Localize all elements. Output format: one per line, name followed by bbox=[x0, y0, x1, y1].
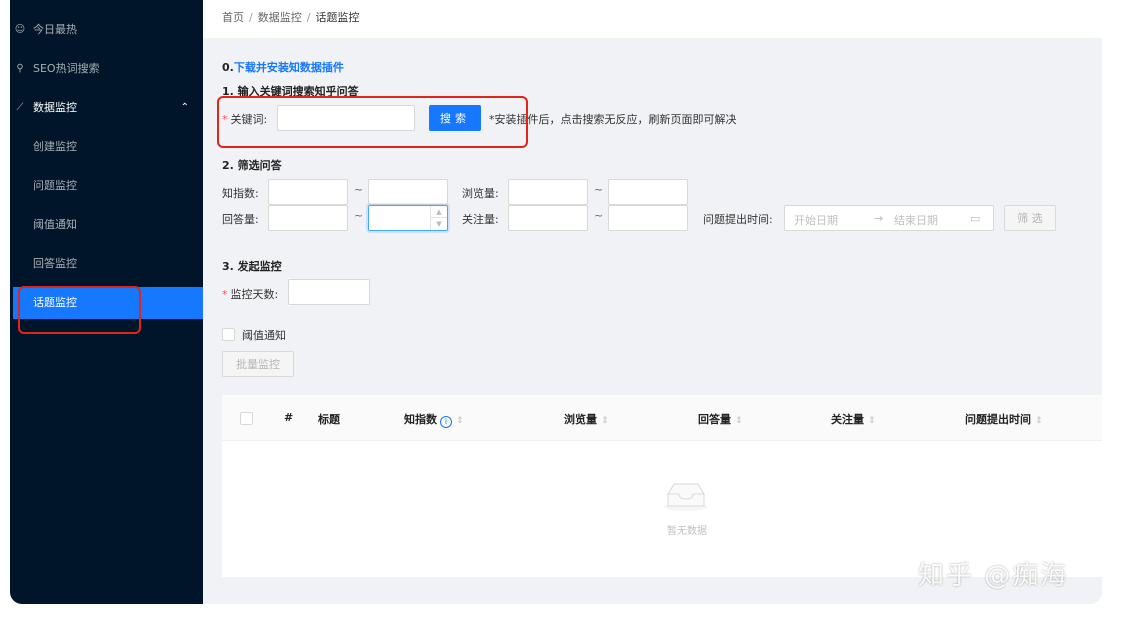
answer-count-min-input[interactable] bbox=[268, 205, 348, 231]
main-content: 0.下载并安装知数据插件 1. 输入关键词搜索知乎问答 * 关键词: 搜索 *安装… bbox=[203, 38, 1102, 604]
threshold-notify-checkbox[interactable] bbox=[222, 328, 235, 341]
sort-icon[interactable]: ⇕ bbox=[1035, 416, 1043, 426]
annotation-box bbox=[18, 286, 141, 334]
breadcrumb-section[interactable]: 数据监控 bbox=[258, 11, 302, 24]
column-header-views[interactable]: 浏览量 ⇕ bbox=[564, 411, 609, 427]
header: 首页 / 数据监控 / 话题监控 bbox=[203, 0, 1102, 38]
column-header-index: # bbox=[284, 411, 294, 424]
breadcrumb-home[interactable]: 首页 bbox=[222, 11, 244, 24]
sidebar-item-answer-monitor[interactable]: 回答监控 bbox=[10, 248, 203, 280]
empty-text: 暂无数据 bbox=[667, 526, 707, 537]
sort-icon[interactable]: ⇕ bbox=[735, 416, 743, 426]
sidebar-item-threshold-notify[interactable]: 阈值通知 bbox=[10, 209, 203, 241]
sidebar: ☺ 今日最热 ⚲ SEO热词搜索 ⟋ 数据监控 ⌃ 创建监控 问题监控 阈值通知… bbox=[10, 0, 203, 604]
column-header-title: 标题 bbox=[318, 413, 340, 426]
sidebar-item-data-monitor[interactable]: ⟋ 数据监控 ⌃ bbox=[10, 92, 203, 124]
calendar-icon: ▭ bbox=[970, 212, 981, 225]
follow-count-max-input[interactable] bbox=[608, 205, 688, 231]
info-icon[interactable]: i bbox=[440, 416, 452, 428]
end-date-placeholder[interactable]: 结束日期 bbox=[894, 212, 938, 228]
view-count-max-input[interactable] bbox=[608, 179, 688, 205]
empty-inbox-icon bbox=[664, 483, 708, 511]
sidebar-item-label: 创建监控 bbox=[33, 140, 77, 153]
zhi-index-min-input[interactable] bbox=[268, 179, 348, 205]
monitor-days-label: * 监控天数: bbox=[222, 288, 279, 301]
smile-icon: ☺ bbox=[14, 24, 26, 35]
table-header: # 标题 知指数 i ⇕ 浏览量 ⇕ 回答量 ⇕ 关注量 ⇕ 问题提出时间 ⇕ bbox=[222, 395, 1102, 441]
number-stepper[interactable]: ▲ ▼ bbox=[430, 206, 447, 230]
range-separator: ~ bbox=[354, 209, 364, 222]
zhi-index-max-input[interactable] bbox=[368, 179, 448, 205]
step-0-prefix: 0. bbox=[222, 61, 234, 74]
decrement-icon[interactable]: ▼ bbox=[431, 218, 447, 230]
sidebar-item-label: SEO热词搜索 bbox=[33, 62, 100, 75]
view-count-label: 浏览量: bbox=[462, 187, 499, 200]
date-range-picker[interactable]: 开始日期 → 结束日期 ▭ bbox=[784, 205, 994, 231]
search-icon: ⚲ bbox=[16, 63, 24, 74]
sidebar-item-question-monitor[interactable]: 问题监控 bbox=[10, 170, 203, 202]
column-header-question-time[interactable]: 问题提出时间 ⇕ bbox=[965, 411, 1043, 427]
step-0: 0.下载并安装知数据插件 bbox=[222, 59, 344, 75]
range-separator: ~ bbox=[354, 183, 364, 196]
filter-button[interactable]: 筛 选 bbox=[1004, 205, 1056, 231]
zhi-index-label: 知指数: bbox=[222, 187, 259, 200]
sort-icon[interactable]: ⇕ bbox=[456, 416, 464, 426]
column-header-zhi-index[interactable]: 知指数 i ⇕ bbox=[404, 411, 464, 428]
breadcrumb: 首页 / 数据监控 / 话题监控 bbox=[222, 9, 359, 25]
download-plugin-link[interactable]: 下载并安装知数据插件 bbox=[234, 61, 344, 74]
follow-count-label: 关注量: bbox=[462, 213, 499, 226]
sidebar-item-label: 今日最热 bbox=[33, 23, 77, 36]
question-time-label: 问题提出时间: bbox=[703, 213, 773, 226]
chevron-up-icon: ⌃ bbox=[180, 102, 189, 113]
watermark: 知乎 @痴海 bbox=[918, 561, 1069, 591]
sidebar-item-label: 回答监控 bbox=[33, 257, 77, 270]
app-window: ☺ 今日最热 ⚲ SEO热词搜索 ⟋ 数据监控 ⌃ 创建监控 问题监控 阈值通知… bbox=[10, 0, 1102, 604]
sidebar-item-today-hot[interactable]: ☺ 今日最热 bbox=[10, 14, 203, 46]
sidebar-item-create-monitor[interactable]: 创建监控 bbox=[10, 131, 203, 163]
range-separator: ~ bbox=[594, 209, 604, 222]
sidebar-item-label: 数据监控 bbox=[33, 101, 77, 114]
arrow-right-icon: → bbox=[874, 212, 884, 225]
line-chart-icon: ⟋ bbox=[16, 102, 24, 113]
select-all-checkbox[interactable] bbox=[240, 412, 253, 425]
threshold-notify-label: 阈值通知 bbox=[242, 329, 286, 342]
breadcrumb-separator: / bbox=[249, 11, 253, 24]
range-separator: ~ bbox=[594, 183, 604, 196]
follow-count-min-input[interactable] bbox=[508, 205, 588, 231]
step-2-title: 2. 筛选问答 bbox=[222, 159, 282, 172]
sidebar-item-label: 阈值通知 bbox=[33, 218, 77, 231]
sidebar-item-label: 问题监控 bbox=[33, 179, 77, 192]
monitor-days-input[interactable] bbox=[288, 279, 370, 305]
annotation-box bbox=[217, 96, 528, 148]
answer-count-label: 回答量: bbox=[222, 213, 259, 226]
batch-monitor-button[interactable]: 批量监控 bbox=[222, 351, 294, 377]
start-date-placeholder[interactable]: 开始日期 bbox=[794, 212, 838, 228]
sort-icon[interactable]: ⇕ bbox=[868, 416, 876, 426]
results-table: # 标题 知指数 i ⇕ 浏览量 ⇕ 回答量 ⇕ 关注量 ⇕ 问题提出时间 ⇕ 暂无数据 bbox=[222, 395, 1102, 577]
view-count-min-input[interactable] bbox=[508, 179, 588, 205]
breadcrumb-separator: / bbox=[306, 11, 311, 24]
column-header-follows[interactable]: 关注量 ⇕ bbox=[831, 411, 876, 427]
breadcrumb-current: 话题监控 bbox=[315, 11, 360, 24]
sidebar-item-seo-search[interactable]: ⚲ SEO热词搜索 bbox=[10, 53, 203, 85]
answer-count-max-input[interactable]: ▲ ▼ bbox=[368, 205, 448, 231]
increment-icon[interactable]: ▲ bbox=[431, 206, 447, 218]
column-header-answers[interactable]: 回答量 ⇕ bbox=[698, 411, 743, 427]
sort-icon[interactable]: ⇕ bbox=[601, 416, 609, 426]
step-3-title: 3. 发起监控 bbox=[222, 260, 282, 273]
